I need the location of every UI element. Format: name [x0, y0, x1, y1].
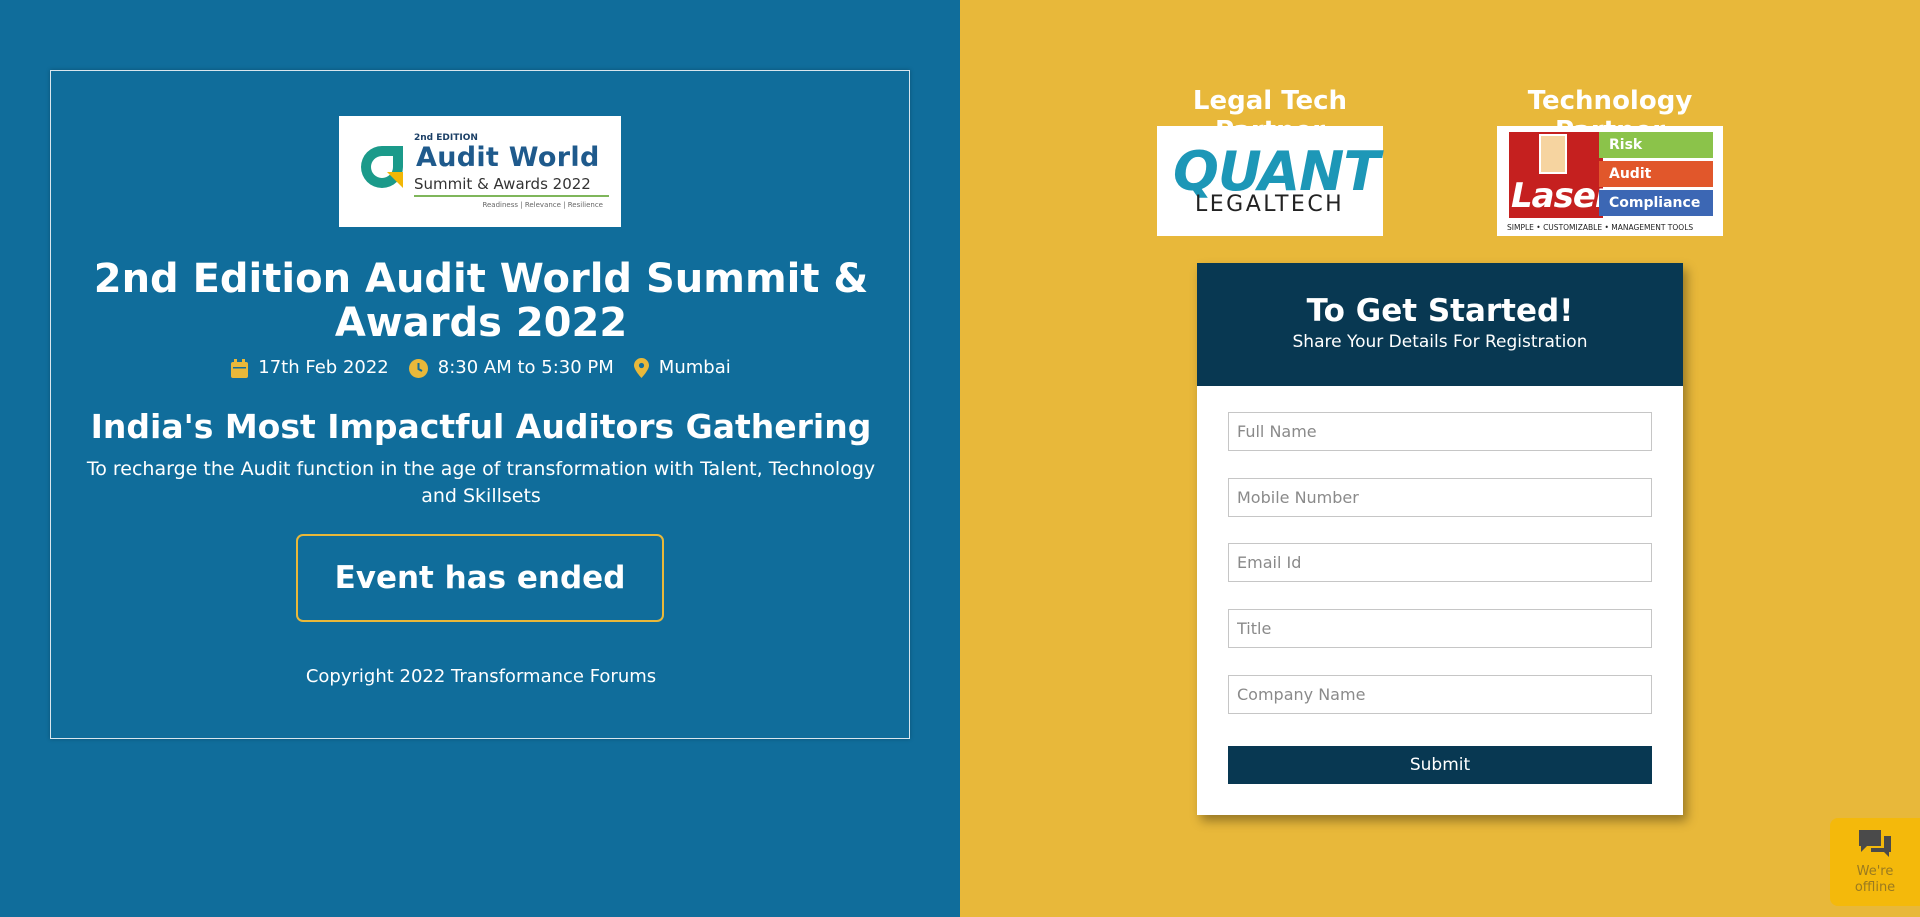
chat-widget[interactable]: We're offline [1830, 818, 1920, 906]
chat-status-line2: offline [1854, 880, 1896, 895]
laser-logo: Laser Risk Audit Compliance SIMPLE • CUS… [1497, 126, 1723, 236]
event-location: Mumbai [633, 357, 731, 379]
event-location-text: Mumbai [658, 357, 731, 378]
laser-logo-word: Laser [1511, 176, 1612, 216]
event-time-text: 8:30 AM to 5:30 PM [437, 357, 614, 378]
logo-line1: Audit World [416, 142, 600, 173]
event-date: 17th Feb 2022 [231, 357, 389, 379]
form-header: To Get Started! Share Your Details For R… [1197, 263, 1683, 386]
mobile-number-input[interactable] [1228, 478, 1652, 517]
form-subheading: Share Your Details For Registration [1292, 332, 1588, 352]
full-name-input[interactable] [1228, 412, 1652, 451]
email-input[interactable] [1228, 543, 1652, 582]
chat-status-line1: We're [1856, 864, 1894, 879]
laser-logo-bar-compliance: Compliance [1599, 190, 1713, 216]
location-pin-icon [633, 358, 649, 378]
form-heading: To Get Started! [1306, 293, 1574, 329]
event-description: To recharge the Audit function in the ag… [86, 458, 876, 507]
event-date-text: 17th Feb 2022 [258, 357, 389, 378]
laser-logo-l-shape [1539, 134, 1567, 174]
submit-button[interactable]: Submit [1228, 746, 1652, 784]
event-time: 8:30 AM to 5:30 PM [408, 357, 614, 379]
logo-rule [414, 195, 609, 197]
logo-line2: Summit & Awards 2022 [414, 175, 591, 193]
company-name-input[interactable] [1228, 675, 1652, 714]
calendar-icon [231, 358, 249, 378]
event-subtitle: India's Most Impactful Auditors Gatherin… [90, 407, 872, 446]
logo-mark-icon [361, 146, 403, 188]
event-meta: 17th Feb 2022 8:30 AM to 5:30 PM Mumbai [51, 357, 911, 379]
chat-bubbles-icon [1859, 830, 1891, 857]
registration-form: To Get Started! Share Your Details For R… [1197, 263, 1683, 815]
event-title: 2nd Edition Audit World Summit & Awards … [93, 256, 869, 346]
event-card: 2nd EDITION Audit World Summit & Awards … [50, 70, 910, 739]
laser-logo-bar-audit: Audit [1599, 161, 1713, 187]
event-logo: 2nd EDITION Audit World Summit & Awards … [339, 116, 621, 227]
laser-logo-bar-risk: Risk [1599, 132, 1713, 158]
event-panel: 2nd EDITION Audit World Summit & Awards … [0, 0, 960, 917]
laser-logo-footer: SIMPLE • CUSTOMIZABLE • MANAGEMENT TOOLS [1507, 223, 1694, 232]
quant-legaltech-logo: QUANT LEGALTECH [1157, 126, 1383, 236]
clock-icon [408, 358, 428, 378]
quant-logo-sub: LEGALTECH [1195, 192, 1345, 217]
copyright-text: Copyright 2022 Transformance Forums [305, 666, 657, 687]
title-input[interactable] [1228, 609, 1652, 648]
logo-tagline: Readiness | Relevance | Resilience [482, 201, 603, 209]
event-ended-button[interactable]: Event has ended [296, 534, 664, 622]
